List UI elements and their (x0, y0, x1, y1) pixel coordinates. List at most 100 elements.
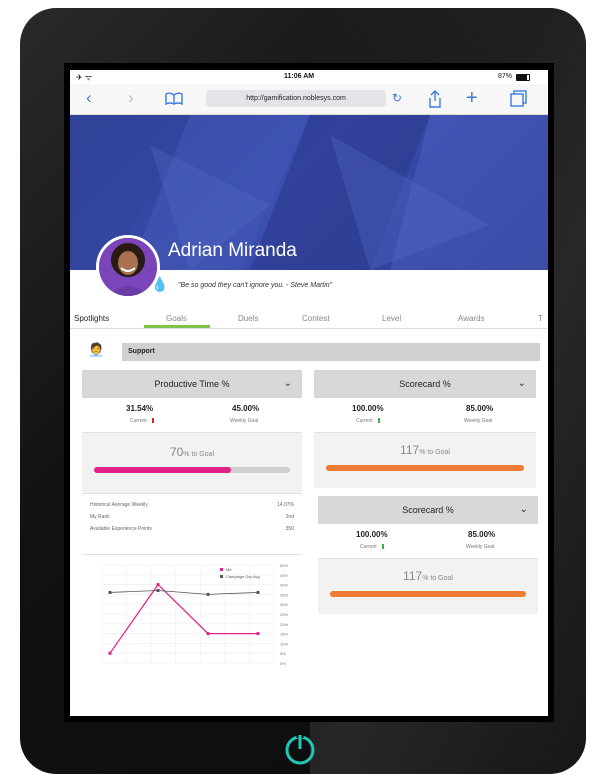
screen: ✈ ᯤ 11:06 AM 87% ‹ › http://gamification… (70, 70, 548, 716)
trend-chart: 50% 45% 40% 35% 30% 25% 20% 15% 10% 5% 0% Me Campaig… (101, 563, 288, 666)
scorecard-2-to-goal: 117% to Goal (318, 569, 538, 583)
status-bar: ✈ ᯤ 11:06 AM 87% (70, 70, 548, 84)
chart-y-tick-label: 25% (280, 612, 288, 617)
productive-to-goal: 70% to Goal (82, 445, 302, 459)
chevron-down-icon[interactable]: ⌄ (520, 496, 528, 524)
down-indicator-icon (152, 418, 154, 423)
back-icon[interactable]: ‹ (86, 88, 92, 108)
scorecard-2-current-label: Current (360, 544, 377, 550)
productive-time-card: Productive Time % ⌄ 31.54% Current 45.00… (82, 370, 302, 677)
productive-info: Historical Average Weekly 14.07% My Rank… (82, 493, 302, 555)
scorecard-1-header[interactable]: Scorecard % ⌄ (314, 370, 536, 398)
trend-chart-area: 50% 45% 40% 35% 30% 25% 20% 15% 10% 5% 0% Me Campaig… (82, 555, 302, 677)
water-drop-icon: 💧 (151, 276, 169, 292)
up-indicator-icon (378, 418, 380, 423)
profile-name: Adrian Miranda (168, 240, 297, 261)
share-icon[interactable] (428, 90, 442, 108)
tab-awards[interactable]: Awards (458, 314, 485, 323)
battery-percent: 87% (498, 73, 513, 80)
forward-icon[interactable]: › (128, 88, 134, 108)
scorecard-2-current-value: 100.00% (356, 530, 388, 539)
tab-duels[interactable]: Duels (238, 314, 258, 323)
reload-icon[interactable]: ↻ (392, 91, 402, 105)
chart-y-tick-label: 35% (280, 592, 288, 597)
scorecard-2-to-goal-number: 117 (403, 569, 423, 583)
up-indicator-icon (382, 544, 384, 549)
power-button-icon[interactable] (282, 732, 318, 768)
chart-point (156, 583, 160, 587)
info-label-historical: Historical Average Weekly (90, 502, 148, 508)
chart-series-line-0 (109, 583, 258, 654)
scorecard-1-to-goal-number: 117 (400, 443, 420, 457)
productive-card-title: Productive Time % (154, 379, 230, 389)
chart-legend-label: Me (226, 567, 232, 572)
chart-y-tick-label: 20% (280, 622, 288, 627)
chart-point (156, 588, 160, 592)
scorecard-2-progress-fill (330, 591, 526, 597)
productive-card-header[interactable]: Productive Time % ⌄ (82, 370, 302, 398)
scorecard-1-progress-fill (326, 465, 524, 471)
scorecard-2-header[interactable]: Scorecard % ⌄ (318, 496, 538, 524)
scorecard-2-stats: 100.00% Current 85.00% Weekly Goal (318, 524, 538, 559)
chart-y-tick-label: 10% (280, 641, 288, 646)
productive-goal-value: 45.00% (232, 404, 260, 413)
tab-spotlights[interactable]: Spotlights (74, 314, 109, 323)
productive-to-goal-suffix: % to Goal (183, 451, 215, 458)
status-time: 11:06 AM (284, 73, 315, 80)
scorecard-1-stats: 100.00% Current 85.00% Weekly Goal (314, 398, 536, 433)
new-tab-icon[interactable]: + (466, 87, 478, 110)
productive-current-value: 31.54% (126, 404, 154, 413)
info-label-xp: Available Experience Points (90, 526, 152, 532)
chart-y-tick-label: 40% (280, 583, 288, 588)
scorecard-1-current-label: Current (356, 418, 373, 424)
productive-goal-label: Weekly Goal (230, 418, 259, 424)
wifi-icon: ✈ ᯤ (76, 73, 93, 82)
tab-level[interactable]: Level (382, 314, 401, 323)
tab-bar: Spotlights Goals Duels Contest Level Awa… (70, 306, 548, 329)
bookmarks-icon[interactable] (164, 92, 184, 106)
chart-point (108, 590, 112, 594)
chart-y-tick-label: 30% (280, 602, 288, 607)
scorecard-1-goal-value: 85.00% (466, 404, 494, 413)
chart-series-line-1 (109, 590, 259, 595)
tab-contest[interactable]: Contest (302, 314, 330, 323)
tab-goals[interactable]: Goals (166, 314, 187, 323)
scorecard-1-to-goal-suffix: % to Goal (419, 449, 450, 456)
chart-legend-swatch (220, 575, 223, 578)
chart-point (206, 592, 210, 596)
chart-point (206, 632, 210, 636)
tab-more[interactable]: T (538, 314, 543, 323)
scorecard-2-progress: 117% to Goal (318, 559, 538, 615)
profile-quote: "Be so good they can't ignore you. - Ste… (178, 282, 333, 289)
browser-toolbar: ‹ › http://gamification.noblesys.com ↻ + (70, 84, 548, 115)
info-label-rank: My Rank (90, 514, 110, 520)
scorecard-1-progress: 117% to Goal (314, 433, 536, 489)
team-selector[interactable]: Support (122, 343, 540, 361)
chevron-down-icon[interactable]: ⌄ (518, 370, 526, 398)
scorecard-1-current-value: 100.00% (352, 404, 384, 413)
scorecard-card-1: Scorecard % ⌄ 100.00% Current 85.00% Wee… (314, 370, 536, 488)
chart-legend-swatch (220, 568, 223, 571)
scorecard-2-goal-label: Weekly Goal (466, 544, 495, 550)
scorecard-1-goal-label: Weekly Goal (464, 418, 493, 424)
chevron-down-icon[interactable]: ⌄ (284, 370, 292, 398)
productive-progress-fill (94, 467, 231, 473)
scorecard-2-to-goal-suffix: % to Goal (422, 575, 453, 582)
chart-legend-label: Campaign Grp Avg (226, 574, 260, 579)
chart-point (256, 632, 260, 636)
chart-point (256, 590, 260, 594)
info-value-rank: 2nd (285, 514, 294, 520)
scorecard-1-to-goal: 117% to Goal (314, 443, 536, 457)
tabs-icon[interactable] (510, 90, 528, 108)
chart-y-tick-label: 5% (280, 651, 286, 656)
chart-y-tick-label: 0% (280, 661, 286, 666)
scorecard-2-goal-value: 85.00% (468, 530, 496, 539)
avatar-photo (99, 238, 157, 296)
chart-point (108, 651, 112, 655)
info-value-xp: 350 (285, 526, 294, 532)
scorecard-2-title: Scorecard % (402, 505, 454, 515)
url-field[interactable]: http://gamification.noblesys.com (206, 90, 386, 107)
chart-y-tick-label: 15% (280, 632, 288, 637)
productive-to-goal-number: 70 (169, 445, 184, 459)
productive-stats: 31.54% Current 45.00% Weekly Goal (82, 398, 302, 433)
